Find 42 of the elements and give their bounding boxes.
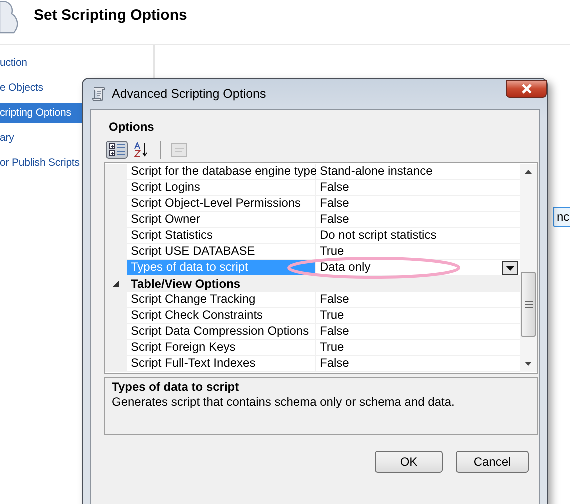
property-value: Stand-alone instance bbox=[320, 164, 433, 179]
categorized-view-button[interactable] bbox=[106, 141, 128, 159]
property-value: True bbox=[320, 308, 344, 323]
description-title: Types of data to script bbox=[112, 380, 240, 394]
scrollbar[interactable] bbox=[520, 164, 537, 372]
section-heading: Options bbox=[109, 120, 156, 136]
property-value: Data only bbox=[320, 260, 371, 275]
partial-button[interactable]: nc bbox=[553, 207, 570, 227]
ok-button[interactable]: OK bbox=[375, 451, 443, 473]
property-value: False bbox=[320, 324, 350, 339]
property-name[interactable]: Script Statistics bbox=[127, 228, 316, 244]
dialog-title: Advanced Scripting Options bbox=[112, 87, 266, 101]
property-name[interactable]: Script Object-Level Permissions bbox=[127, 196, 316, 212]
property-value: True bbox=[320, 244, 344, 259]
description-text: Generates script that contains schema only or schema and data. bbox=[112, 395, 456, 409]
wizard-step[interactable]: uction bbox=[0, 53, 153, 78]
property-value: False bbox=[320, 180, 350, 195]
property-name[interactable]: Script Full-Text Indexes bbox=[127, 356, 316, 372]
close-button[interactable] bbox=[506, 80, 547, 98]
property-value: False bbox=[320, 196, 350, 211]
property-value: False bbox=[320, 212, 350, 227]
cancel-button[interactable]: Cancel bbox=[456, 451, 529, 473]
property-name[interactable]: Script for the database engine type bbox=[127, 164, 316, 180]
property-name[interactable]: Script Data Compression Options bbox=[127, 324, 316, 340]
property-name[interactable]: Script USE DATABASE bbox=[127, 244, 316, 260]
property-name[interactable]: Script Check Constraints bbox=[127, 308, 316, 324]
dropdown-button[interactable] bbox=[502, 261, 518, 275]
property-value: False bbox=[320, 356, 350, 371]
property-value: False bbox=[320, 292, 350, 307]
close-icon bbox=[520, 84, 534, 94]
category-label: Table/View Options bbox=[130, 276, 241, 292]
grip-icon bbox=[524, 300, 532, 308]
page-title: Set Scripting Options bbox=[34, 7, 188, 24]
caret-icon bbox=[506, 266, 514, 270]
property-value: Do not script statistics bbox=[320, 228, 437, 243]
property-name[interactable]: Script Change Tracking bbox=[127, 292, 316, 308]
property-name[interactable]: Script Owner bbox=[127, 212, 316, 228]
property-name[interactable]: Script Foreign Keys bbox=[127, 340, 316, 356]
expand-icon[interactable] bbox=[113, 281, 119, 287]
property-value: True bbox=[320, 340, 344, 355]
scroll-icon bbox=[91, 86, 107, 102]
property-name[interactable]: Script Logins bbox=[127, 180, 316, 196]
